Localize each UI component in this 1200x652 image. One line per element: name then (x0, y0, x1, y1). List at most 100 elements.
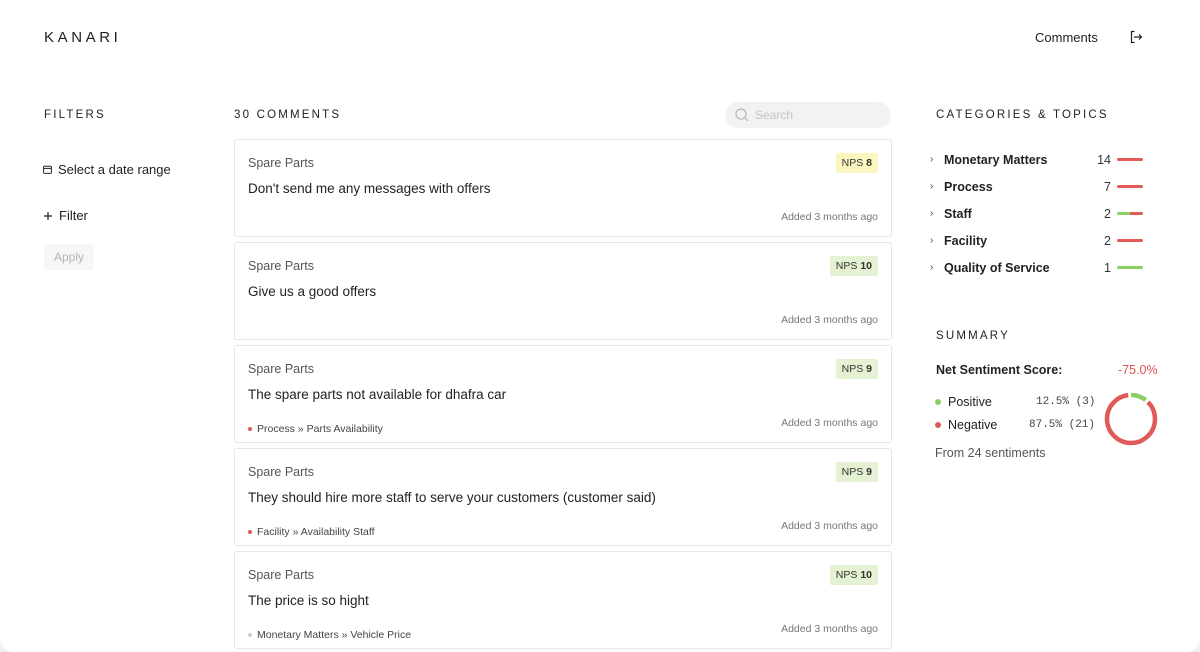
negative-dot (935, 422, 941, 428)
chevron-right-icon: › (930, 181, 934, 192)
sentiment-source-count: From 24 sentiments (935, 446, 1046, 460)
positive-segment (1117, 266, 1143, 269)
nav-comments-link[interactable]: Comments (1035, 30, 1098, 45)
comment-list: Spare Parts NPS 8 Don't send me any mess… (234, 139, 892, 652)
category-count: 2 (1104, 233, 1111, 248)
category-row-facility[interactable]: › Facility 2 (930, 227, 1150, 254)
comment-category: Spare Parts (248, 362, 315, 376)
comment-category: Spare Parts (248, 259, 315, 273)
category-row-staff[interactable]: › Staff 2 (930, 200, 1150, 227)
comment-text: They should hire more staff to serve you… (248, 490, 656, 505)
nps-badge-label: NPS (841, 363, 864, 375)
positive-dot (935, 399, 941, 405)
category-row-monetary-matters[interactable]: › Monetary Matters 14 (930, 146, 1150, 173)
negative-sentiment-dot (248, 530, 252, 534)
date-range-label: Select a date range (58, 162, 171, 177)
comment-text: Don't send me any messages with offers (248, 181, 491, 196)
comment-category: Spare Parts (248, 568, 315, 582)
nps-badge-label: NPS (841, 157, 864, 169)
category-name: Facility (944, 233, 988, 248)
logout-icon[interactable] (1128, 29, 1144, 45)
category-sentiment-bar (1117, 158, 1143, 161)
search-box[interactable] (725, 102, 891, 128)
net-sentiment-value: -75.0% (1118, 363, 1158, 377)
nps-score: 8 (866, 157, 872, 169)
comment-added-time: Added 3 months ago (781, 314, 878, 326)
search-input[interactable] (755, 108, 875, 122)
nps-score: 9 (866, 466, 872, 478)
nps-badge: NPS 9 (835, 359, 878, 379)
comment-topic-tag[interactable]: Monetary Matters » Vehicle Price (248, 629, 411, 641)
neutral-sentiment-dot (248, 633, 252, 637)
category-list: › Monetary Matters 14 › Process 7 › Staf… (930, 146, 1150, 281)
category-row-process[interactable]: › Process 7 (930, 173, 1150, 200)
negative-segment (1130, 212, 1143, 215)
category-sentiment-bar (1117, 266, 1143, 269)
category-count: 1 (1104, 260, 1111, 275)
comment-topic-label: Monetary Matters » Vehicle Price (257, 629, 412, 641)
comment-topic-label: Process » Parts Availability (257, 423, 383, 435)
positive-segment (1117, 212, 1130, 215)
legend-positive: Positive (935, 395, 992, 409)
nps-score: 10 (860, 260, 872, 272)
comment-card[interactable]: Spare Parts NPS 8 Don't send me any mess… (234, 139, 892, 237)
category-sentiment-bar (1117, 212, 1143, 215)
nps-badge-label: NPS (835, 260, 858, 272)
nps-score: 10 (860, 569, 872, 581)
negative-segment (1117, 239, 1143, 242)
add-filter-label: Filter (59, 208, 88, 223)
comment-card[interactable]: Spare Parts NPS 10 The price is so hight… (234, 551, 892, 649)
comment-added-time: Added 3 months ago (781, 417, 878, 429)
comment-card[interactable]: Spare Parts NPS 10 Give us a good offers… (234, 242, 892, 340)
nps-badge-label: NPS (835, 569, 858, 581)
comment-category: Spare Parts (248, 156, 315, 170)
apply-button[interactable]: Apply (44, 244, 94, 270)
add-filter-button[interactable]: Filter (43, 208, 88, 223)
chevron-right-icon: › (930, 235, 934, 246)
comment-topic-tag[interactable]: Process » Parts Availability (248, 423, 383, 435)
category-row-quality-of-service[interactable]: › Quality of Service 1 (930, 254, 1150, 281)
category-name: Process (944, 179, 993, 194)
category-sentiment-bar (1117, 239, 1143, 242)
comment-topic-tag[interactable]: Facility » Availability Staff (248, 526, 375, 538)
positive-label: Positive (948, 395, 992, 409)
nps-badge: NPS 8 (835, 153, 878, 173)
comment-text: The spare parts not available for dhafra… (248, 387, 507, 402)
kanari-logo[interactable]: KANARI (44, 29, 121, 46)
chevron-right-icon: › (930, 262, 934, 273)
summary-title: SUMMARY (936, 330, 1010, 342)
comment-category: Spare Parts (248, 465, 315, 479)
search-icon (735, 108, 749, 122)
comment-added-time: Added 3 months ago (781, 623, 878, 635)
comment-topic-label: Facility » Availability Staff (257, 526, 375, 538)
donut-negative-arc (1104, 392, 1158, 446)
negative-label: Negative (948, 418, 998, 432)
filters-title: FILTERS (44, 109, 106, 121)
chevron-right-icon: › (930, 208, 934, 219)
negative-segment (1117, 158, 1143, 161)
comments-count-title: 30 COMMENTS (234, 109, 342, 121)
calendar-icon (43, 165, 52, 174)
plus-icon (44, 211, 52, 220)
comment-text: The price is so hight (248, 593, 369, 608)
category-sentiment-bar (1117, 185, 1143, 188)
comment-added-time: Added 3 months ago (781, 211, 878, 223)
comment-card[interactable]: Spare Parts NPS 9 They should hire more … (234, 448, 892, 546)
net-sentiment-label: Net Sentiment Score: (936, 363, 1063, 377)
category-count: 14 (1097, 152, 1111, 167)
comment-text: Give us a good offers (248, 284, 377, 299)
date-range-picker[interactable]: Select a date range (43, 162, 171, 177)
category-count: 7 (1104, 179, 1111, 194)
chevron-right-icon: › (930, 154, 934, 165)
negative-sentiment-dot (248, 427, 252, 431)
sentiment-donut-chart (1104, 392, 1158, 446)
comment-card[interactable]: Spare Parts NPS 9 The spare parts not av… (234, 345, 892, 443)
positive-value: 12.5% (3) (1036, 396, 1096, 408)
negative-value: 87.5% (21) (1029, 419, 1096, 431)
comment-added-time: Added 3 months ago (781, 520, 878, 532)
nps-badge-label: NPS (841, 466, 864, 478)
legend-negative: Negative (935, 418, 997, 432)
category-name: Staff (944, 206, 972, 221)
nps-badge: NPS 9 (835, 462, 878, 482)
app-window: KANARI Comments FILTERS Select a date ra… (0, 0, 1200, 652)
